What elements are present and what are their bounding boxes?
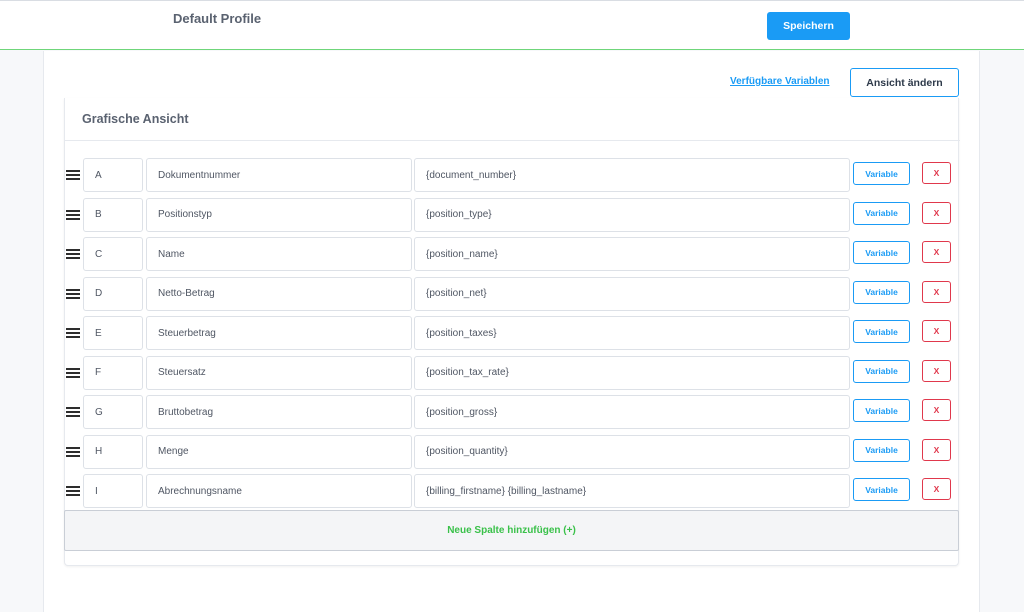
variable-button[interactable]: Variable (853, 201, 910, 225)
drag-handle-icon[interactable] (66, 486, 80, 496)
drag-handle-icon[interactable] (66, 446, 80, 457)
column-row: I Abrechnungsname {billing_firstname} {bil… (64, 474, 964, 508)
column-variable-field[interactable]: {billing_firstname} {billing_lastname} (414, 474, 850, 508)
variable-button[interactable]: Variable (853, 162, 910, 185)
column-variable-field[interactable]: {position_type} (414, 197, 850, 232)
column-name-field[interactable]: Dokumentnummer (146, 158, 412, 192)
column-letter-field[interactable]: C (83, 237, 143, 271)
delete-column-button[interactable]: X (922, 478, 951, 500)
column-letter-field[interactable]: A (83, 158, 143, 192)
delete-column-button[interactable]: X (922, 162, 951, 184)
column-name-field[interactable]: Menge (146, 434, 412, 469)
column-variable-field[interactable]: {position_net} (414, 276, 850, 311)
change-view-button[interactable]: Ansicht ändern (850, 68, 959, 97)
available-variables-link[interactable]: Verfügbare Variablen (730, 76, 830, 87)
card-header: Grafische Ansicht (65, 98, 960, 141)
column-letter-field[interactable]: G (83, 395, 143, 429)
delete-column-button[interactable]: X (922, 320, 951, 342)
variable-button[interactable]: Variable (853, 478, 910, 501)
column-name-field[interactable]: Name (146, 237, 412, 271)
column-variable-field[interactable]: {position_tax_rate} (414, 355, 850, 390)
top-bar: Default Profile Speichern (0, 0, 1024, 50)
delete-column-button[interactable]: X (922, 280, 951, 303)
save-button[interactable]: Speichern (767, 12, 850, 40)
column-letter-field[interactable]: F (83, 355, 143, 390)
drag-handle-icon[interactable] (66, 209, 80, 220)
column-letter-field[interactable]: B (83, 197, 143, 232)
delete-column-button[interactable]: X (922, 438, 951, 461)
column-name-field[interactable]: Netto-Betrag (146, 276, 412, 311)
column-variable-field[interactable]: {position_name} (414, 237, 850, 271)
column-row: A Dokumentnummer {document_number} Variable… (64, 158, 964, 192)
drag-handle-icon[interactable] (66, 367, 80, 378)
column-row: E Steuerbetrag {position_taxes} Variable X (64, 316, 964, 350)
column-variable-field[interactable]: {position_gross} (414, 395, 850, 429)
drag-handle-icon[interactable] (66, 328, 80, 338)
variable-button[interactable]: Variable (853, 359, 910, 383)
column-letter-field[interactable]: I (83, 474, 143, 508)
drag-handle-icon[interactable] (66, 170, 80, 180)
column-variable-field[interactable]: {document_number} (414, 158, 850, 192)
column-row: H Menge {position_quantity} Variable X (64, 434, 964, 469)
column-variable-field[interactable]: {position_quantity} (414, 434, 850, 469)
drag-handle-icon[interactable] (66, 249, 80, 259)
column-name-field[interactable]: Positionstyp (146, 197, 412, 232)
column-row: C Name {position_name} Variable X (64, 237, 964, 271)
column-letter-field[interactable]: D (83, 276, 143, 311)
column-letter-field[interactable]: H (83, 434, 143, 469)
variable-button[interactable]: Variable (853, 399, 910, 422)
add-column-button[interactable]: Neue Spalte hinzufügen (+) (64, 510, 959, 551)
variable-button[interactable]: Variable (853, 280, 910, 304)
profile-title: Default Profile (173, 11, 262, 26)
delete-column-button[interactable]: X (922, 359, 951, 382)
column-name-field[interactable]: Steuerbetrag (146, 316, 412, 350)
drag-handle-icon[interactable] (66, 288, 80, 299)
delete-column-button[interactable]: X (922, 241, 951, 263)
column-row: F Steuersatz {position_tax_rate} Variable X (64, 355, 964, 390)
column-variable-field[interactable]: {position_taxes} (414, 316, 850, 350)
column-row: D Netto-Betrag {position_net} Variable X (64, 276, 964, 311)
variable-button[interactable]: Variable (853, 438, 910, 462)
column-row: B Positionstyp {position_type} Variable X (64, 197, 964, 232)
delete-column-button[interactable]: X (922, 201, 951, 224)
variable-button[interactable]: Variable (853, 320, 910, 343)
column-name-field[interactable]: Steuersatz (146, 355, 412, 390)
delete-column-button[interactable]: X (922, 399, 951, 421)
column-name-field[interactable]: Abrechnungsname (146, 474, 412, 508)
column-row: G Bruttobetrag {position_gross} Variable X (64, 395, 964, 429)
column-name-field[interactable]: Bruttobetrag (146, 395, 412, 429)
variable-button[interactable]: Variable (853, 241, 910, 264)
drag-handle-icon[interactable] (66, 407, 80, 417)
column-letter-field[interactable]: E (83, 316, 143, 350)
card-title: Grafische Ansicht (82, 112, 189, 126)
